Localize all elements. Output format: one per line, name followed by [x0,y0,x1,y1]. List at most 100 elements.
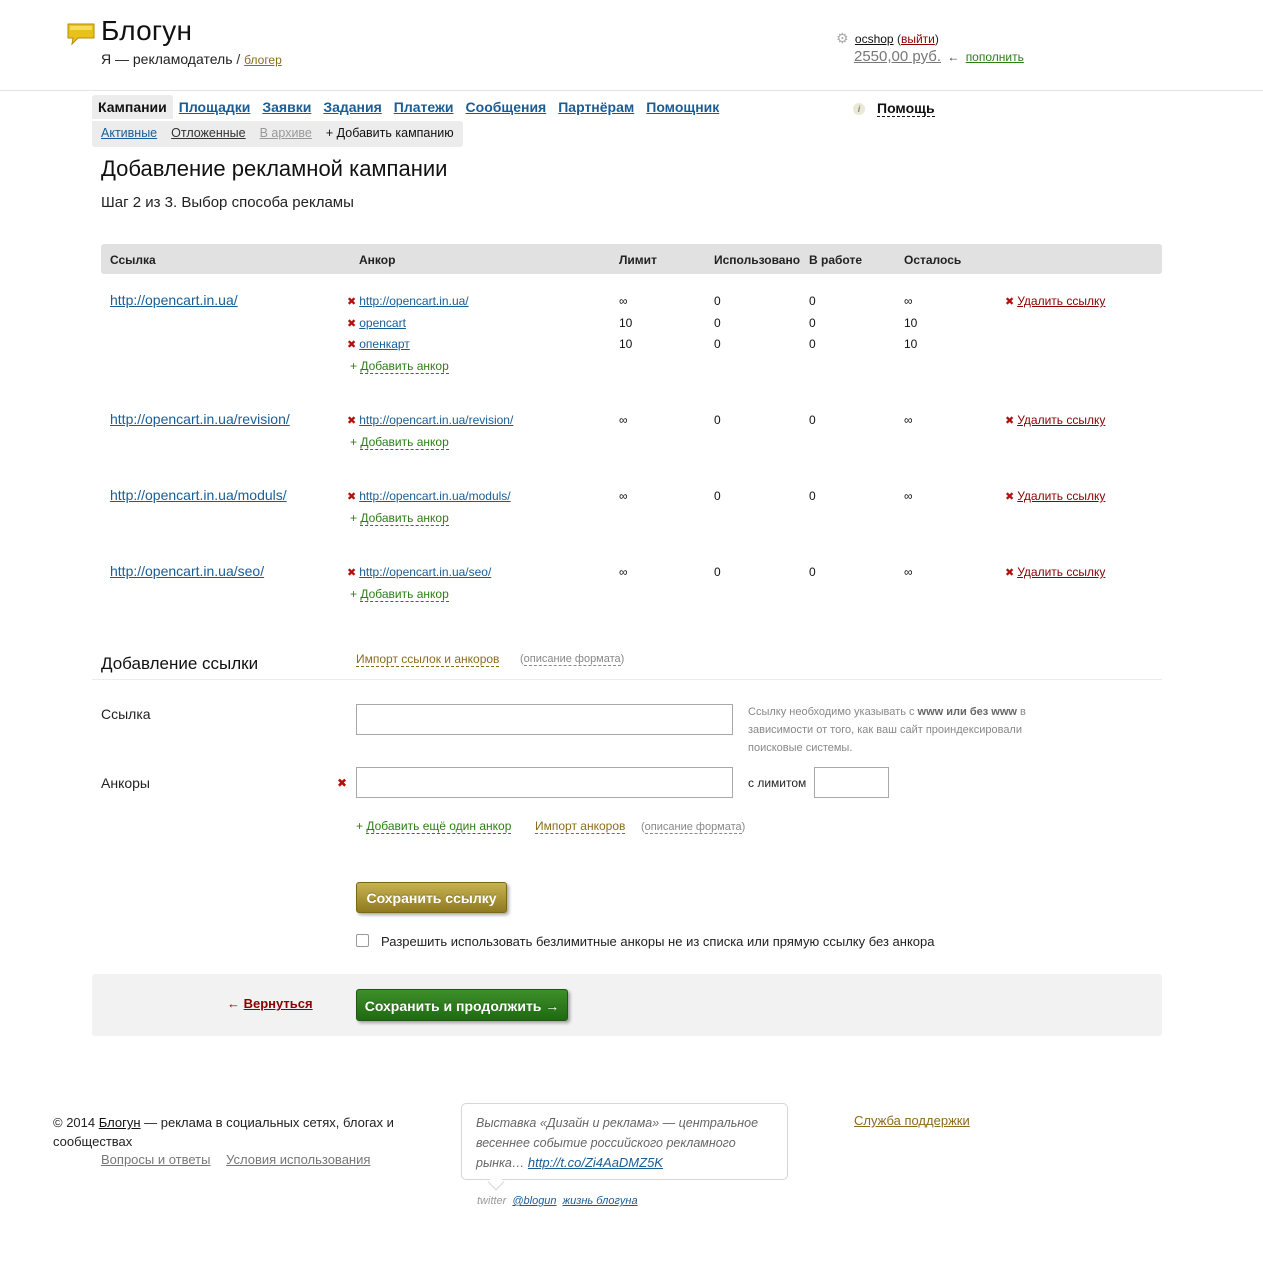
hint-pre: Ссылку необходимо указывать с [748,706,918,718]
add-link-title: Добавление ссылки [101,654,259,673]
anchor-input[interactable] [356,767,733,798]
nav-tab-1[interactable]: Площадки [179,99,251,119]
add-anchor-link[interactable]: + Добавить анкор [350,434,449,450]
row-url-link[interactable]: http://opencart.in.ua/revision/ [110,411,290,427]
anchor-item: ✖ опенкарт [347,337,410,351]
add-anchor-label[interactable]: Добавить анкор [360,358,449,374]
delete-anchor-icon[interactable]: ✖ [347,415,356,427]
balance-value[interactable]: 2550,00 руб. [854,48,941,65]
step-title: Шаг 2 из 3. Выбор способа рекламы [101,194,354,211]
format-description-label[interactable]: описание формата [523,653,621,666]
anchor-in-work: 0 [809,489,816,503]
faq-link[interactable]: Вопросы и ответы [101,1152,210,1167]
tweet-box: Выставка «Дизайн и реклама» — центрально… [461,1103,788,1180]
remove-anchor-icon[interactable]: ✖ [337,776,347,790]
role-tagline: Я — рекламодатель / блогер [101,51,282,67]
col-header-anchor: Анкор [359,253,396,267]
user-box: ⚙ ocshop (выйти) [836,30,939,46]
row-url-link[interactable]: http://opencart.in.ua/seo/ [110,563,264,579]
anchor-link[interactable]: http://opencart.in.ua/revision/ [359,413,513,427]
anchor-in-work: 0 [809,413,816,427]
anchor-link[interactable]: опенкарт [359,337,410,351]
add-anchor-label[interactable]: Добавить анкор [360,586,449,602]
subnav-item-2[interactable]: В архиве [260,126,312,142]
delete-link-label[interactable]: Удалить ссылку [1017,294,1105,308]
table-header: Ссылка Анкор Лимит Использовано В работе… [101,244,1162,274]
import-anchors-link[interactable]: Импорт анкоров [535,819,626,834]
nav-tab-3[interactable]: Задания [323,99,381,119]
delete-link-button[interactable]: ✖ Удалить ссылку [1005,489,1105,503]
delete-link-button[interactable]: ✖ Удалить ссылку [1005,413,1105,427]
add-more-anchor-link[interactable]: + Добавить ещё один анкор [356,819,512,834]
add-anchor-label[interactable]: Добавить анкор [360,434,449,450]
row-url-link[interactable]: http://opencart.in.ua/moduls/ [110,487,287,503]
add-more-anchor-label[interactable]: Добавить ещё один анкор [366,819,512,834]
delete-anchor-icon[interactable]: ✖ [347,339,356,351]
nav-tab-4[interactable]: Платежи [394,99,454,119]
delete-link-label[interactable]: Удалить ссылку [1017,489,1105,503]
footer-brand-link[interactable]: Блогун [99,1115,141,1130]
anchor-link[interactable]: http://opencart.in.ua/moduls/ [359,489,510,503]
topup-link[interactable]: пополнить [966,50,1024,64]
import-links-anchors-link[interactable]: Импорт ссылок и анкоров [356,652,500,667]
subnav-item-3[interactable]: + Добавить кампанию [326,126,454,142]
delete-link-button[interactable]: ✖ Удалить ссылку [1005,565,1105,579]
format-description-link[interactable]: (описание формата) [520,653,624,666]
footer-copyright: © 2014 Блогун — реклама в социальных сет… [53,1113,413,1151]
anchor-item: ✖ http://opencart.in.ua/revision/ [347,413,513,427]
anchor-left: ∞ [904,294,913,308]
footer-links: Вопросы и ответы Условия использования [101,1152,382,1167]
delete-anchor-icon[interactable]: ✖ [347,296,356,308]
add-anchor-label[interactable]: Добавить анкор [360,510,449,526]
subnav-item-0[interactable]: Активные [101,126,157,142]
add-anchor-link[interactable]: + Добавить анкор [350,358,449,374]
subnav-item-1[interactable]: Отложенные [171,126,245,142]
help-link[interactable]: i Помощь [853,100,935,117]
delete-link-button[interactable]: ✖ Удалить ссылку [1005,294,1105,308]
anchor-used: 0 [714,565,721,579]
link-input[interactable] [356,704,733,735]
anchor-left: ∞ [904,565,913,579]
delete-link-label[interactable]: Удалить ссылку [1017,565,1105,579]
delete-anchor-icon[interactable]: ✖ [347,318,356,330]
logout-link[interactable]: выйти [901,32,935,46]
nav-tab-7[interactable]: Помощник [646,99,719,119]
anchor-link[interactable]: http://opencart.in.ua/ [359,294,468,308]
support-link[interactable]: Служба поддержки [854,1113,970,1128]
unlimited-anchors-label: Разрешить использовать безлимитные анкор… [381,934,935,949]
nav-tab-5[interactable]: Сообщения [466,99,547,119]
tweet-meta: twitter @blogun жизнь блогуна [477,1195,644,1207]
unlimited-anchors-checkbox[interactable] [356,934,369,947]
terms-link[interactable]: Условия использования [226,1152,370,1167]
save-link-button[interactable]: Сохранить ссылку [356,882,507,913]
row-url-link[interactable]: http://opencart.in.ua/ [110,292,238,308]
nav-tab-0[interactable]: Кампании [92,95,173,119]
delete-link-label[interactable]: Удалить ссылку [1017,413,1105,427]
format-description-link-2[interactable]: (описание формата) [641,821,745,834]
role-separator: / [236,51,241,67]
add-anchor-link[interactable]: + Добавить анкор [350,510,449,526]
delete-x-icon: ✖ [1005,415,1015,427]
anchor-link[interactable]: opencart [359,316,406,330]
nav-tab-2[interactable]: Заявки [262,99,311,119]
nav-tab-6[interactable]: Партнёрам [558,99,634,119]
format-description-label-2[interactable]: описание формата [644,821,742,834]
delete-x-icon: ✖ [1005,491,1015,503]
role-switch-link[interactable]: блогер [244,53,282,67]
back-label[interactable]: Вернуться [244,996,313,1011]
anchor-link[interactable]: http://opencart.in.ua/seo/ [359,565,491,579]
twitter-label: twitter [477,1195,507,1207]
delete-anchor-icon[interactable]: ✖ [347,491,356,503]
blog-link[interactable]: жизнь блогуна [563,1195,638,1207]
back-link[interactable]: ← Вернуться [227,996,313,1011]
twitter-handle-link[interactable]: @blogun [512,1195,556,1207]
save-continue-button[interactable]: Сохранить и продолжить → [356,989,568,1021]
delete-anchor-icon[interactable]: ✖ [347,567,356,579]
tweet-link[interactable]: http://t.co/Zi4AaDMZ5K [528,1155,663,1170]
gear-icon[interactable]: ⚙ [836,30,849,46]
help-label[interactable]: Помощь [877,100,935,117]
username-link[interactable]: ocshop [855,32,894,46]
logo-text[interactable]: Блогун [101,15,192,47]
add-anchor-link[interactable]: + Добавить анкор [350,586,449,602]
limit-input[interactable] [814,767,889,798]
